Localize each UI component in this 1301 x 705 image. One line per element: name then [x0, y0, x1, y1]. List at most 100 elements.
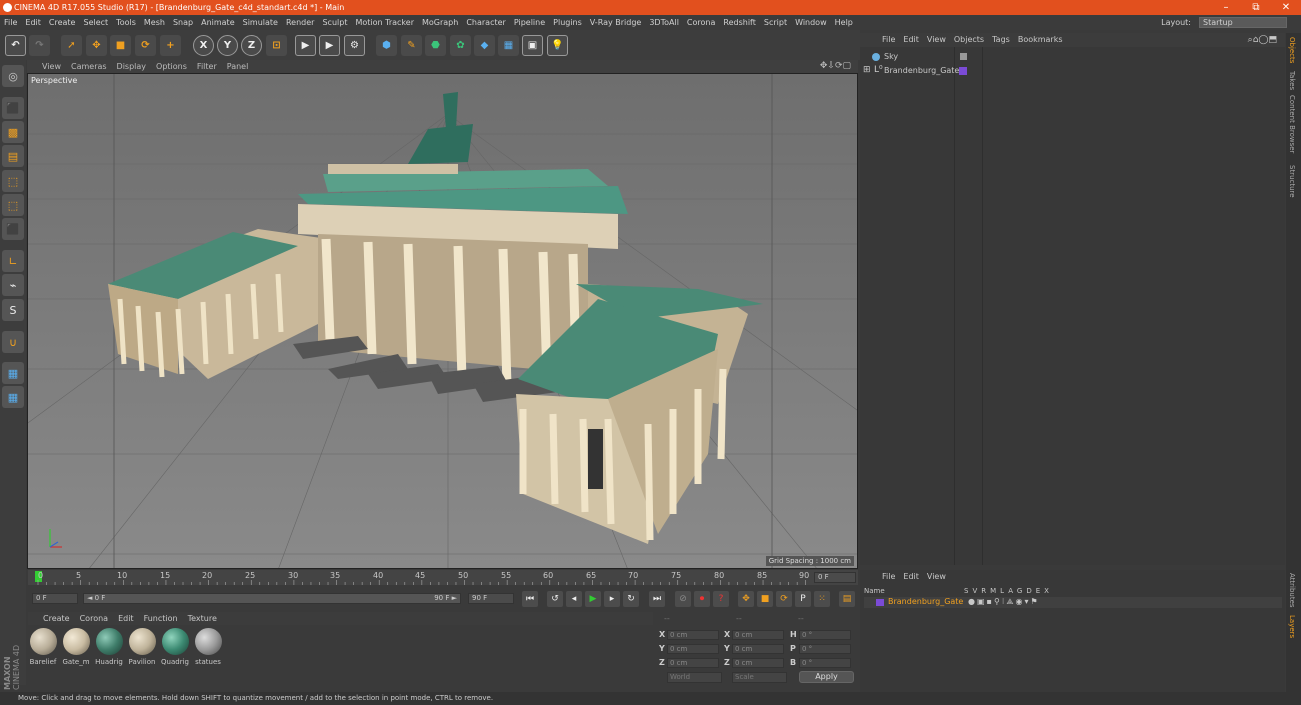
tab-content-browser[interactable]: Content Browser	[1288, 95, 1296, 153]
mat-menu-texture[interactable]: Texture	[183, 612, 222, 625]
tab-structure[interactable]: Structure	[1288, 165, 1296, 198]
motion-record-icon[interactable]: ⊘	[675, 591, 691, 607]
obj-search-icon[interactable]: ⌕⌂◯⬒	[1244, 33, 1281, 47]
material-swatch[interactable]: Quadrig	[160, 628, 190, 676]
pen-spline-icon[interactable]: ✎	[401, 35, 422, 56]
menu-select[interactable]: Select	[79, 15, 112, 30]
move-tool-icon[interactable]: ✥	[86, 35, 107, 56]
menu-pipeline[interactable]: Pipeline	[510, 15, 549, 30]
world-dropdown[interactable]: World	[667, 672, 722, 683]
viewport-menu-filter[interactable]: Filter	[192, 60, 222, 73]
material-swatch[interactable]: Barelief	[28, 628, 58, 676]
menu-animate[interactable]: Animate	[197, 15, 239, 30]
obj-menu-edit[interactable]: Edit	[899, 33, 923, 47]
key-scale-icon[interactable]: ■	[757, 591, 773, 607]
menu-help[interactable]: Help	[831, 15, 857, 30]
size-y-field[interactable]: 0 cm	[732, 644, 784, 654]
next-frame-icon[interactable]: ▸	[604, 591, 620, 607]
texture-mode-icon[interactable]: ▩	[2, 121, 24, 143]
render-picture-viewer-icon[interactable]: ▶	[319, 35, 340, 56]
menu-mograph[interactable]: MoGraph	[418, 15, 462, 30]
tab-layers[interactable]: Layers	[1288, 615, 1296, 638]
pos-z-field[interactable]: 0 cm	[667, 658, 719, 668]
next-key-icon[interactable]: ↻	[623, 591, 639, 607]
menu-mesh[interactable]: Mesh	[140, 15, 169, 30]
cloner-icon[interactable]: ✿	[450, 35, 471, 56]
select-cursor-icon[interactable]: ➚	[61, 35, 82, 56]
key-parameter-icon[interactable]: P	[795, 591, 811, 607]
menu-character[interactable]: Character	[462, 15, 510, 30]
material-swatch[interactable]: Gate_m	[61, 628, 91, 676]
viewport-menu-options[interactable]: Options	[151, 60, 192, 73]
obj-menu-view[interactable]: View	[923, 33, 950, 47]
expand-icon[interactable]: ⊞	[863, 64, 871, 77]
layer-row[interactable]: Brandenburg_Gate ●▣▪⚲⁝⟁◉▾⚑	[864, 597, 1282, 608]
object-row-sky[interactable]: Sky	[860, 50, 967, 63]
viewport-menu-panel[interactable]: Panel	[222, 60, 254, 73]
render-view-icon[interactable]: ▶	[295, 35, 316, 56]
key-position-icon[interactable]: ✥	[738, 591, 754, 607]
workplane-mode-icon[interactable]: ▤	[2, 145, 24, 167]
mat-menu-edit[interactable]: Edit	[113, 612, 139, 625]
pos-y-field[interactable]: 0 cm	[667, 644, 719, 654]
snap-toggle-icon[interactable]: S	[2, 299, 24, 321]
polygons-mode-icon[interactable]: ⬛	[2, 218, 24, 240]
play-icon[interactable]: ▶	[585, 591, 601, 607]
menu-simulate[interactable]: Simulate	[239, 15, 282, 30]
go-to-end-icon[interactable]: ⏭	[649, 591, 665, 607]
menu-redshift[interactable]: Redshift	[719, 15, 759, 30]
menu-tools[interactable]: Tools	[112, 15, 140, 30]
obj-menu-objects[interactable]: Objects	[950, 33, 988, 47]
axis-mode-icon[interactable]: ∟	[2, 250, 24, 272]
render-settings-icon[interactable]: ⚙	[344, 35, 365, 56]
planar-workplane-icon[interactable]: ▦	[2, 386, 24, 408]
layer-flag-icons[interactable]: ●▣▪⚲⁝⟁◉▾⚑	[968, 597, 1040, 607]
viewport-menu-display[interactable]: Display	[112, 60, 152, 73]
rot-b-field[interactable]: 0 °	[799, 658, 851, 668]
size-x-field[interactable]: 0 cm	[732, 630, 784, 640]
menu-file[interactable]: File	[0, 15, 21, 30]
menu-corona[interactable]: Corona	[683, 15, 719, 30]
lock-workplane-icon[interactable]: ▦	[2, 362, 24, 384]
scale-tool-icon[interactable]: ■	[110, 35, 131, 56]
menu-plugins[interactable]: Plugins	[549, 15, 586, 30]
material-swatch[interactable]: Pavilion	[127, 628, 157, 676]
timeline-ruler[interactable]: 0 5 10 15 20 25 30 35 40 45 50 55 60 65 …	[28, 570, 858, 585]
autokey-icon[interactable]: ?	[713, 591, 729, 607]
material-swatch[interactable]: statues	[193, 628, 223, 676]
tab-objects[interactable]: Objects	[1288, 37, 1296, 63]
cube-primitive-icon[interactable]: ⬢	[376, 35, 397, 56]
layer-menu-view[interactable]: View	[923, 572, 950, 581]
edges-mode-icon[interactable]: ⬚	[2, 194, 24, 216]
scale-dropdown[interactable]: Scale	[732, 672, 787, 683]
obj-menu-file[interactable]: File	[878, 33, 899, 47]
mat-menu-function[interactable]: Function	[139, 612, 183, 625]
floor-icon[interactable]: ▦	[498, 35, 519, 56]
tab-attributes[interactable]: Attributes	[1288, 573, 1296, 608]
perspective-viewport[interactable]: Perspective Grid Spacing : 1000 cm	[27, 73, 858, 569]
magnet-icon[interactable]: ∪	[2, 331, 24, 353]
key-pla-icon[interactable]: ⁙	[814, 591, 830, 607]
viewport-menu-cameras[interactable]: Cameras	[66, 60, 112, 73]
menu-window[interactable]: Window	[791, 15, 831, 30]
minimize-button[interactable]: –	[1211, 0, 1241, 15]
make-editable-icon[interactable]: ◎	[2, 65, 24, 87]
frame-range-slider[interactable]: ◄ 0 F 90 F ►	[83, 593, 461, 604]
obj-menu-tags[interactable]: Tags	[988, 33, 1014, 47]
restore-button[interactable]: ⧉	[1241, 0, 1271, 15]
menu-script[interactable]: Script	[760, 15, 791, 30]
menu-snap[interactable]: Snap	[169, 15, 197, 30]
visibility-dots-icon[interactable]	[960, 53, 967, 60]
go-to-start-icon[interactable]: ⏮	[522, 591, 538, 607]
rotate-tool-icon[interactable]: ⟳	[135, 35, 156, 56]
menu-create[interactable]: Create	[45, 15, 80, 30]
mat-menu-create[interactable]: Create	[38, 612, 75, 625]
deformer-icon[interactable]: ◆	[474, 35, 495, 56]
key-rotation-icon[interactable]: ⟳	[776, 591, 792, 607]
model-mode-icon[interactable]: ⬛	[2, 97, 24, 119]
z-axis-lock-button[interactable]: Z	[241, 35, 262, 56]
layer-menu-edit[interactable]: Edit	[899, 572, 923, 581]
pos-x-field[interactable]: 0 cm	[667, 630, 719, 640]
object-row-brandenburg-gate[interactable]: ⊞ L⁰ Brandenburg_Gate	[860, 64, 967, 77]
redo-icon[interactable]: ↷	[29, 35, 50, 56]
